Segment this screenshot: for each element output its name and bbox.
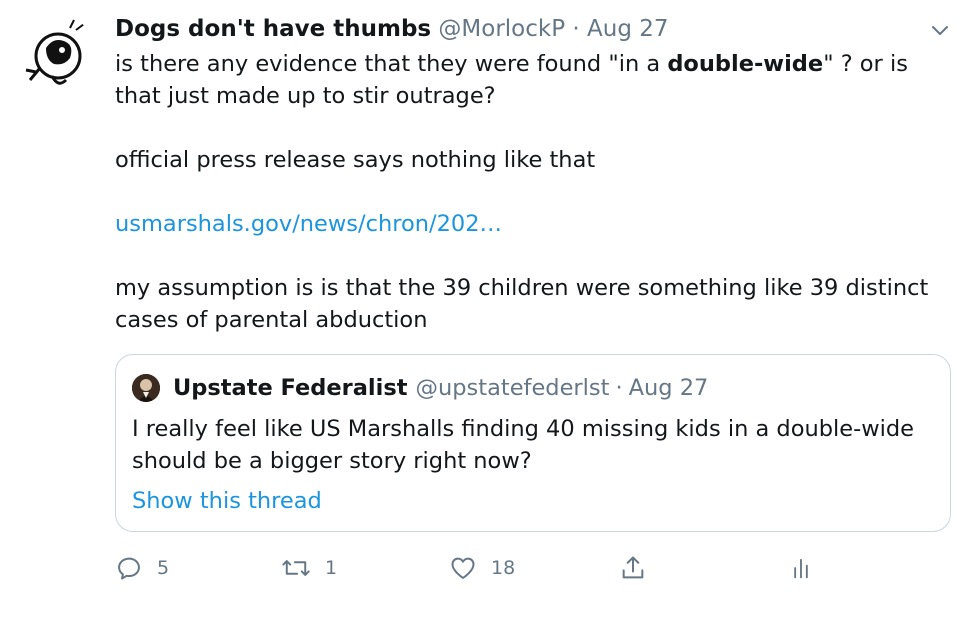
- author-name[interactable]: Dogs don't have thumbs: [115, 16, 431, 42]
- quoted-tweet-date: Aug 27: [628, 375, 709, 401]
- show-thread-link[interactable]: Show this thread: [132, 485, 322, 517]
- quoted-tweet-text: I really feel like US Marshalls finding …: [132, 416, 915, 474]
- retweet-button[interactable]: 1: [281, 548, 337, 588]
- tweet-date[interactable]: Aug 27: [587, 16, 669, 42]
- reply-icon: [118, 557, 140, 580]
- retweet-icon: [282, 560, 310, 576]
- reply-count: 5: [157, 557, 170, 579]
- quoted-tweet-header: Upstate Federalist @upstatefederlst · Au…: [132, 373, 708, 403]
- quoted-tweet[interactable]: Upstate Federalist @upstatefederlst · Au…: [115, 354, 951, 532]
- tweet-bold-text: double-wide: [667, 51, 824, 77]
- tweet-paragraph-2: official press release says nothing like…: [115, 147, 596, 173]
- quoted-header-separator: ·: [615, 375, 623, 401]
- chevron-down-icon[interactable]: [928, 18, 952, 42]
- like-button[interactable]: 18: [449, 548, 515, 588]
- press-release-link[interactable]: usmarshals.gov/news/chron/202…: [115, 211, 502, 237]
- analytics-icon: [794, 558, 808, 579]
- quoted-author-handle: @upstatefederlst: [415, 375, 610, 401]
- retweet-count: 1: [325, 557, 338, 579]
- reply-button[interactable]: 5: [115, 548, 169, 588]
- tweet-paragraph-1: is there any evidence that they were fou…: [115, 48, 945, 112]
- share-icon: [622, 556, 644, 579]
- tweet-header: Dogs don't have thumbs @MorlockP · Aug 2…: [115, 14, 669, 44]
- quoted-author-name: Upstate Federalist: [173, 375, 408, 401]
- author-avatar[interactable]: [16, 14, 96, 94]
- analytics-button[interactable]: [787, 548, 815, 588]
- author-handle[interactable]: @MorlockP: [438, 16, 565, 42]
- portrait-avatar-icon: [132, 374, 160, 402]
- quoted-author-avatar: [132, 374, 160, 402]
- dog-astronaut-avatar-icon: [16, 14, 96, 94]
- tweet-link-paragraph: usmarshals.gov/news/chron/202…: [115, 208, 945, 240]
- header-separator: ·: [572, 16, 580, 42]
- like-icon: [451, 557, 475, 579]
- tweet-text-segment: is there any evidence that they were fou…: [115, 51, 668, 77]
- tweet-paragraph-4: my assumption is is that the 39 children…: [115, 275, 929, 333]
- tweet-body: is there any evidence that they were fou…: [115, 48, 945, 336]
- like-count: 18: [491, 557, 516, 579]
- share-button[interactable]: [619, 548, 647, 588]
